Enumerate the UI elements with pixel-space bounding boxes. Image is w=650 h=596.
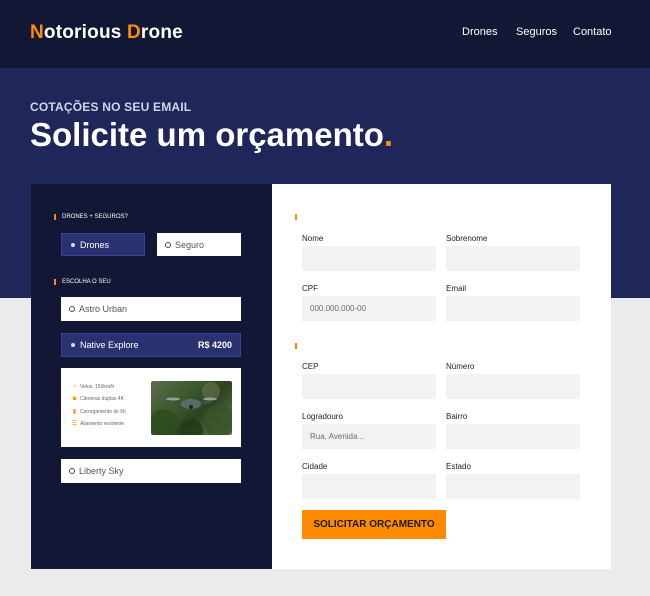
- sobrenome-label: Sobrenome: [446, 234, 488, 243]
- model-option-liberty-sky[interactable]: Liberty Sky: [61, 459, 241, 483]
- radio-icon: [165, 241, 171, 248]
- cpf-input[interactable]: [302, 296, 436, 321]
- bairro-label: Bairro: [446, 412, 468, 421]
- stabilizer-icon: ☰: [71, 421, 78, 427]
- logradouro-label: Logradouro: [302, 412, 343, 421]
- model-price: R$ 4200: [197, 340, 232, 350]
- feature-item: ◔ Velos. 150km/h: [72, 384, 115, 390]
- section-label-delivery: Entrega: [295, 343, 332, 349]
- radio-selected-icon: [71, 343, 75, 347]
- section-label-type: Drones + Seguros?: [54, 214, 128, 220]
- submit-quote-button[interactable]: SOLICITAR ORÇAMENTO: [302, 510, 446, 539]
- logradouro-input[interactable]: [302, 424, 436, 449]
- estado-input[interactable]: [446, 474, 580, 499]
- battery-icon: ▮: [72, 409, 77, 415]
- nav-link-contato[interactable]: Contato: [573, 26, 612, 38]
- page-title: Solicite um orçamento.: [30, 116, 394, 153]
- model-option-astro-urban[interactable]: Astro Urban: [61, 297, 241, 321]
- bairro-input[interactable]: [446, 424, 580, 449]
- model-details-card: ◔ Velos. 150km/h ◙ Câmeras duplas 4K ▮ Carr…: [61, 368, 241, 447]
- email-label: Email: [446, 284, 467, 293]
- cpf-label: CPF: [302, 284, 318, 293]
- type-option-drones[interactable]: Drones: [61, 233, 145, 256]
- speed-icon: ◔: [72, 384, 77, 390]
- sobrenome-input[interactable]: [446, 246, 580, 271]
- radio-icon: [69, 306, 75, 312]
- type-option-seguro[interactable]: Seguro: [157, 233, 241, 256]
- model-option-native-explore[interactable]: Native Explore R$ 4200: [61, 333, 241, 357]
- radio-icon: [69, 468, 75, 474]
- top-navbar: Notorious Drone Drones Seguros Contato: [0, 0, 650, 68]
- nav-link-seguros[interactable]: Seguros: [516, 26, 557, 38]
- feature-item: ◙ Câmeras duplas 4K: [72, 396, 124, 402]
- numero-input[interactable]: [446, 374, 580, 399]
- cep-label: CEP: [302, 362, 319, 371]
- hero-kicker: COTAÇÕES NO SEU EMAIL: [30, 100, 192, 114]
- radio-selected-icon: [71, 242, 75, 247]
- nome-input[interactable]: [302, 246, 436, 271]
- section-label-model: Escolha o seu: [54, 279, 111, 285]
- brand-logo[interactable]: Notorious Drone: [30, 22, 183, 44]
- nome-label: Nome: [302, 234, 324, 243]
- nav-link-drones[interactable]: Drones: [462, 26, 497, 38]
- feature-item: ☰ Aliamento resolente: [71, 421, 125, 427]
- drone-photo: [151, 381, 232, 435]
- feature-item: ▮ Carregamento de 6h: [72, 409, 126, 415]
- cidade-input[interactable]: [302, 474, 436, 499]
- numero-label: Número: [446, 362, 475, 371]
- estado-label: Estado: [446, 462, 471, 471]
- camera-icon: ◙: [72, 396, 77, 402]
- cep-input[interactable]: [302, 374, 436, 399]
- email-input[interactable]: [446, 296, 580, 321]
- cidade-label: Cidade: [302, 462, 328, 471]
- section-label-personal: Dados pessoais: [295, 214, 356, 220]
